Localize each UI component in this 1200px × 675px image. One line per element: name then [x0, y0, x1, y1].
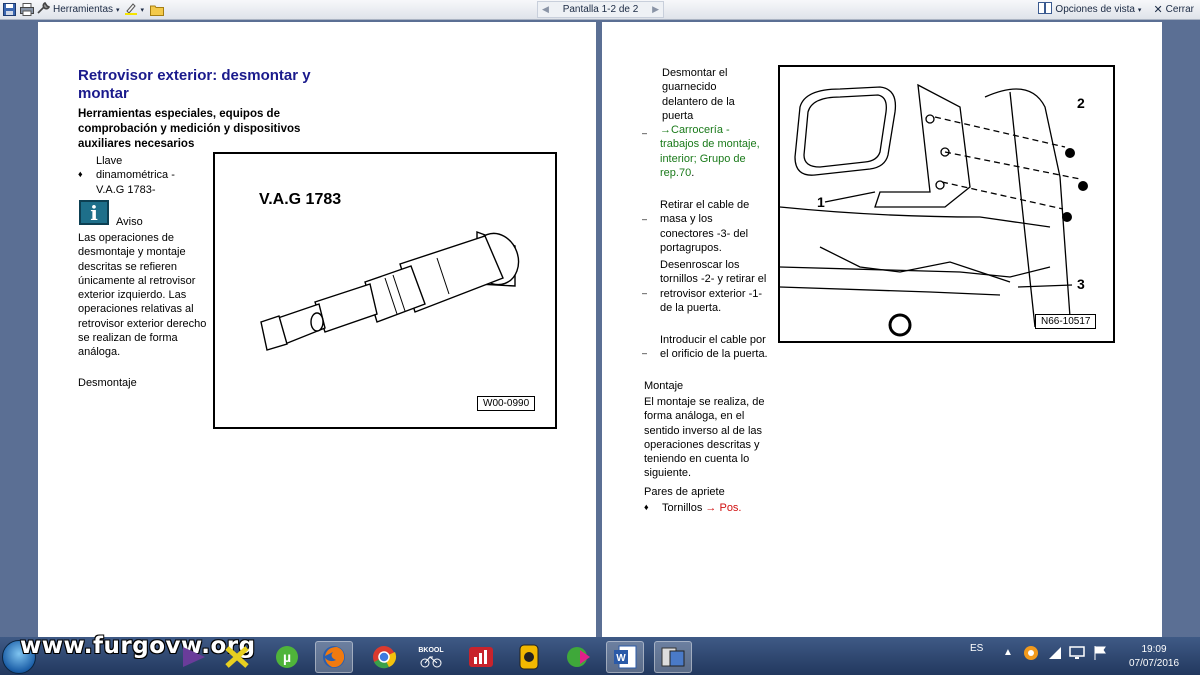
- figure-code-label: N66-10517: [1035, 314, 1097, 329]
- section-removal: Desmontaje: [78, 377, 137, 389]
- bkool-label: BKOOL: [418, 646, 444, 654]
- notice-label: Aviso: [116, 216, 143, 228]
- torque-heading: Pares de apriete: [644, 486, 725, 498]
- highlight-menu[interactable]: ▾: [124, 2, 145, 18]
- save-icon[interactable]: [2, 3, 16, 17]
- view-options-label: Opciones de vista: [1055, 4, 1135, 15]
- taskbar-app-tuner-icon[interactable]: [510, 641, 548, 673]
- taskbar-app-firefox-icon[interactable]: [315, 641, 353, 673]
- close-icon: ✕: [1153, 4, 1163, 16]
- close-label: Cerrar: [1165, 4, 1194, 15]
- page-right: Desmontar el guarnecido delantero de la …: [602, 22, 1162, 637]
- section-assembly: Montaje: [644, 380, 684, 392]
- close-button[interactable]: ✕ Cerrar: [1153, 3, 1194, 16]
- step-remove-cable: – Retirar el cable de masa y los conecto…: [642, 199, 750, 254]
- viewer-right-margin: [1164, 20, 1200, 637]
- info-icon: i: [79, 200, 109, 225]
- torque-list-item: ♦ Tornillos → Pos.: [644, 502, 742, 514]
- network-signal-icon[interactable]: [1047, 645, 1063, 664]
- clock-date: 07/07/2016: [1128, 658, 1180, 669]
- page-indicator: Pantalla 1-2 de 2: [562, 4, 639, 15]
- highlighter-icon: [124, 2, 138, 18]
- chevron-down-icon: ▾: [116, 6, 120, 14]
- taskbar-app-media-icon[interactable]: [175, 641, 213, 673]
- bullet-icon: ♦: [644, 502, 649, 512]
- chevron-down-icon: ▾: [140, 6, 145, 14]
- reference-link[interactable]: →Carrocería - trabajos de montaje, inter…: [660, 124, 760, 179]
- torque-wrench-drawing: [260, 230, 520, 351]
- toolbar-right: Opciones de vista ▾ ✕ Cerrar: [1038, 1, 1198, 18]
- tool-item-text: Llave dinamométrica - V.A.G 1783-: [96, 155, 175, 196]
- taskbar-app-utorrent-icon[interactable]: µ: [268, 641, 306, 673]
- step-unscrew: – Desenroscar los tornillos -2- y retira…: [642, 259, 767, 314]
- monitor-icon[interactable]: [1069, 645, 1085, 664]
- clock-time: 19:09: [1141, 644, 1167, 655]
- svg-text:µ: µ: [283, 649, 291, 665]
- tools-icon: [36, 1, 51, 18]
- mirror-figure: 1 2 3 N66-10517: [778, 65, 1115, 343]
- step-insert-cable: – Introducir el cable por el orificio de…: [642, 334, 768, 361]
- clock[interactable]: 19:09 07/07/2016: [1126, 643, 1182, 671]
- previous-page-icon[interactable]: ◀: [542, 4, 549, 15]
- taskbar-app-viewer-icon[interactable]: [654, 641, 692, 673]
- view-options-button[interactable]: Opciones de vista ▾: [1038, 2, 1141, 17]
- chevron-down-icon: ▾: [1137, 6, 1142, 14]
- chevron-up-icon[interactable]: ▲: [1003, 647, 1013, 658]
- dash-icon: –: [642, 214, 648, 224]
- svg-text:W: W: [616, 653, 626, 664]
- step-reference: – →Carrocería - trabajos de montaje, int…: [642, 124, 760, 179]
- view-options-icon: [1038, 2, 1053, 17]
- dash-icon: –: [642, 288, 648, 298]
- tray-app-icon[interactable]: [1023, 645, 1039, 664]
- language-indicator[interactable]: ES: [970, 643, 983, 654]
- step-remove-trim: Desmontar el guarnecido delantero de la …: [662, 67, 735, 122]
- mirror-drawing: [780, 83, 1088, 337]
- tools-heading: Herramientas especiales, equipos de comp…: [78, 108, 301, 150]
- taskbar-app-green-icon[interactable]: [560, 641, 598, 673]
- folder-icon[interactable]: [150, 3, 165, 17]
- document-viewer: Retrovisor exterior: desmontar y montar …: [0, 20, 1200, 637]
- taskbar-app-word-icon[interactable]: W: [606, 641, 644, 673]
- taskbar-app-chrome-icon[interactable]: [365, 641, 403, 673]
- flag-icon[interactable]: [1092, 645, 1108, 664]
- tools-menu[interactable]: Herramientas ▾: [36, 1, 120, 18]
- toolbar: Herramientas ▾ ▾ ◀ Pantalla 1-2 de 2 ▶ O…: [0, 0, 1200, 20]
- taskbar-app-bkool-icon[interactable]: BKOOL: [412, 641, 450, 673]
- figure-code-label: W00-0990: [477, 396, 536, 411]
- print-icon[interactable]: [20, 3, 34, 17]
- page-left: Retrovisor exterior: desmontar y montar …: [38, 22, 596, 637]
- taskbar-app-stats-icon[interactable]: [462, 641, 500, 673]
- assembly-text: El montaje se realiza, de forma análoga,…: [644, 396, 765, 480]
- page-title: Retrovisor exterior: desmontar y montar: [78, 67, 311, 102]
- bullet-icon: ♦: [78, 169, 83, 179]
- dash-icon: –: [642, 348, 648, 358]
- next-page-icon[interactable]: ▶: [652, 4, 659, 15]
- callout-3: 3: [1077, 276, 1085, 292]
- callout-2: 2: [1077, 95, 1085, 111]
- torque-wrench-figure: V.A.G 1783 W00-0990: [213, 152, 557, 429]
- tools-label: Herramientas: [53, 4, 114, 15]
- taskbar-app-x-icon[interactable]: [218, 641, 256, 673]
- callout-1: 1: [817, 194, 825, 210]
- notice-text: Las operaciones de desmontaje y montaje …: [78, 232, 207, 359]
- dash-icon: –: [642, 128, 648, 138]
- tool-list-item: ♦ Llave dinamométrica - V.A.G 1783-: [78, 154, 196, 197]
- page-navigator: ◀ Pantalla 1-2 de 2 ▶: [537, 1, 664, 18]
- position-link[interactable]: → Pos.: [705, 502, 741, 514]
